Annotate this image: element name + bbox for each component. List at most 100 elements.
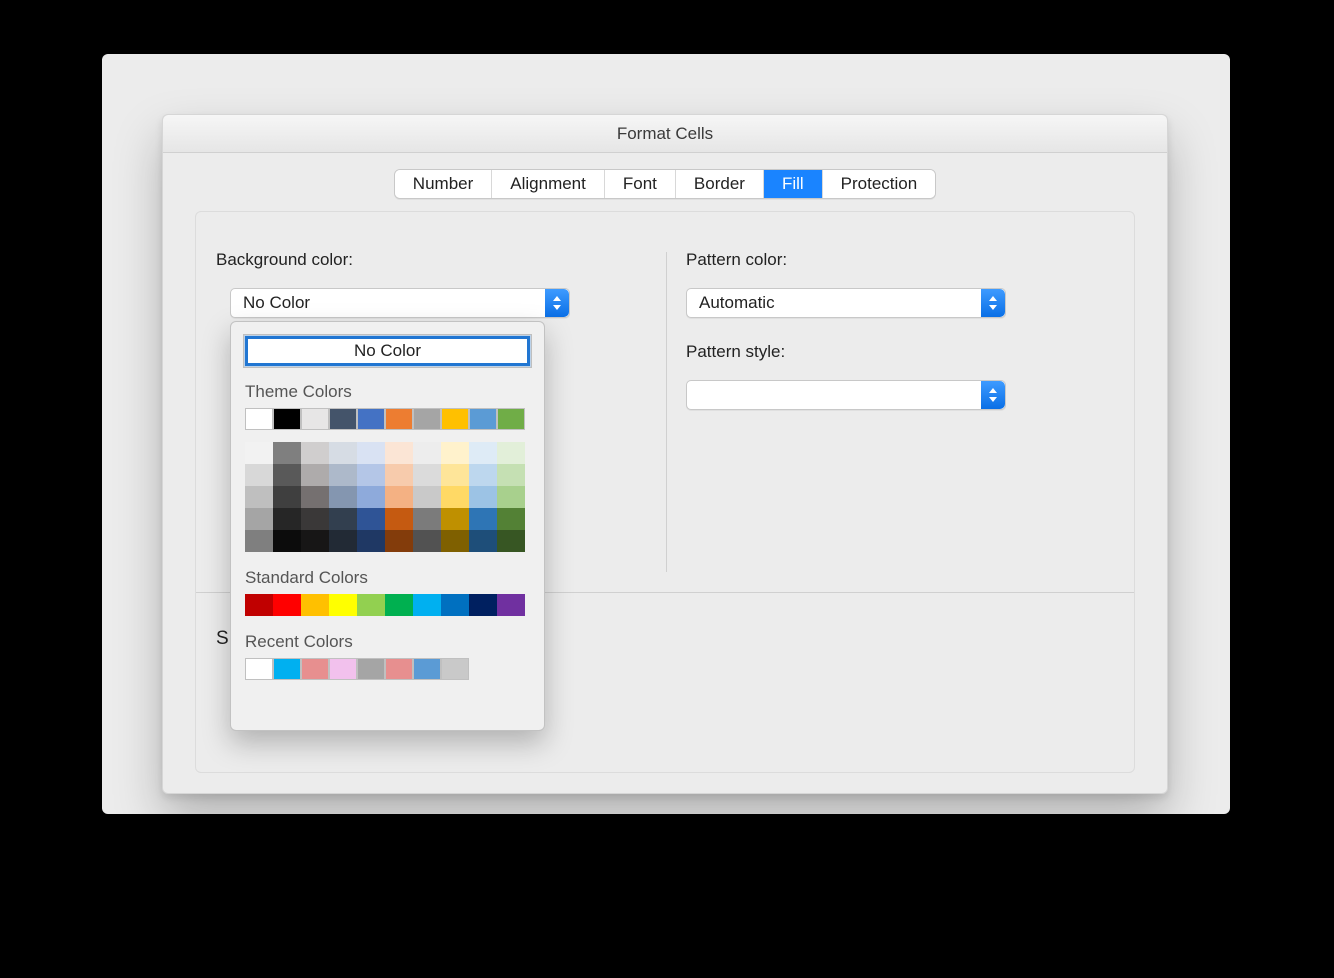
color-swatch[interactable]	[245, 658, 273, 680]
chevron-updown-icon	[981, 381, 1005, 409]
color-swatch[interactable]	[329, 442, 357, 464]
color-swatch[interactable]	[385, 508, 413, 530]
dialog-title-text: Format Cells	[617, 124, 713, 144]
color-swatch[interactable]	[385, 530, 413, 552]
color-swatch[interactable]	[329, 508, 357, 530]
color-swatch[interactable]	[301, 508, 329, 530]
color-swatch[interactable]	[273, 408, 301, 430]
color-swatch[interactable]	[441, 408, 469, 430]
color-swatch[interactable]	[385, 464, 413, 486]
color-swatch[interactable]	[329, 658, 357, 680]
color-swatch[interactable]	[273, 594, 301, 616]
recent-colors-heading: Recent Colors	[245, 632, 530, 652]
color-swatch[interactable]	[301, 486, 329, 508]
tab-font[interactable]: Font	[605, 170, 676, 198]
color-swatch[interactable]	[273, 442, 301, 464]
theme-shade-row	[245, 508, 530, 530]
chevron-updown-icon	[981, 289, 1005, 317]
color-swatch[interactable]	[413, 442, 441, 464]
color-swatch[interactable]	[469, 408, 497, 430]
color-swatch[interactable]	[329, 408, 357, 430]
color-swatch[interactable]	[357, 530, 385, 552]
color-swatch[interactable]	[441, 508, 469, 530]
color-swatch[interactable]	[441, 594, 469, 616]
color-swatch[interactable]	[469, 508, 497, 530]
color-swatch[interactable]	[469, 464, 497, 486]
color-swatch[interactable]	[441, 442, 469, 464]
color-swatch[interactable]	[245, 594, 273, 616]
color-swatch[interactable]	[301, 658, 329, 680]
color-swatch[interactable]	[301, 530, 329, 552]
dialog-title: Format Cells	[163, 115, 1167, 153]
color-swatch[interactable]	[497, 408, 525, 430]
color-swatch[interactable]	[497, 442, 525, 464]
color-swatch[interactable]	[245, 464, 273, 486]
color-swatch[interactable]	[441, 464, 469, 486]
color-swatch[interactable]	[301, 464, 329, 486]
tab-number[interactable]: Number	[395, 170, 492, 198]
theme-colors-heading: Theme Colors	[245, 382, 530, 402]
color-swatch[interactable]	[385, 594, 413, 616]
color-swatch[interactable]	[273, 464, 301, 486]
color-swatch[interactable]	[469, 486, 497, 508]
color-swatch[interactable]	[357, 464, 385, 486]
color-swatch[interactable]	[497, 594, 525, 616]
color-swatch[interactable]	[245, 408, 273, 430]
color-swatch[interactable]	[357, 486, 385, 508]
color-swatch[interactable]	[413, 658, 441, 680]
color-swatch[interactable]	[273, 486, 301, 508]
tab-protection[interactable]: Protection	[823, 170, 936, 198]
color-swatch[interactable]	[301, 408, 329, 430]
color-swatch[interactable]	[385, 442, 413, 464]
background-color-select[interactable]: No Color	[230, 288, 570, 318]
chevron-updown-icon	[545, 289, 569, 317]
color-swatch[interactable]	[301, 594, 329, 616]
tab-alignment[interactable]: Alignment	[492, 170, 605, 198]
color-swatch[interactable]	[357, 658, 385, 680]
color-swatch[interactable]	[273, 530, 301, 552]
color-swatch[interactable]	[441, 486, 469, 508]
color-swatch[interactable]	[385, 408, 413, 430]
color-swatch[interactable]	[413, 408, 441, 430]
color-swatch[interactable]	[357, 408, 385, 430]
pattern-style-select[interactable]	[686, 380, 1006, 410]
color-swatch[interactable]	[357, 594, 385, 616]
color-swatch[interactable]	[469, 442, 497, 464]
tab-border[interactable]: Border	[676, 170, 764, 198]
color-swatch[interactable]	[413, 464, 441, 486]
color-swatch[interactable]	[413, 594, 441, 616]
color-swatch[interactable]	[357, 442, 385, 464]
color-swatch[interactable]	[497, 508, 525, 530]
color-swatch[interactable]	[385, 486, 413, 508]
fill-panel: Background color: No Color Pattern color…	[195, 211, 1135, 773]
color-swatch[interactable]	[497, 530, 525, 552]
color-swatch[interactable]	[301, 442, 329, 464]
color-swatch[interactable]	[245, 442, 273, 464]
vertical-divider	[666, 252, 667, 572]
color-swatch[interactable]	[273, 658, 301, 680]
color-swatch[interactable]	[329, 530, 357, 552]
color-swatch[interactable]	[357, 508, 385, 530]
pattern-color-select[interactable]: Automatic	[686, 288, 1006, 318]
pattern-style-label: Pattern style:	[686, 342, 785, 362]
color-swatch[interactable]	[469, 530, 497, 552]
color-swatch[interactable]	[413, 530, 441, 552]
color-swatch[interactable]	[469, 594, 497, 616]
color-swatch[interactable]	[329, 464, 357, 486]
color-swatch[interactable]	[245, 508, 273, 530]
no-color-button[interactable]: No Color	[245, 336, 530, 366]
color-swatch[interactable]	[245, 530, 273, 552]
color-swatch[interactable]	[441, 658, 469, 680]
color-swatch[interactable]	[273, 508, 301, 530]
color-swatch[interactable]	[441, 530, 469, 552]
color-swatch[interactable]	[329, 486, 357, 508]
color-swatch[interactable]	[413, 508, 441, 530]
color-swatch[interactable]	[497, 486, 525, 508]
color-swatch[interactable]	[329, 594, 357, 616]
tab-fill[interactable]: Fill	[764, 170, 823, 198]
color-swatch[interactable]	[385, 658, 413, 680]
color-swatch[interactable]	[413, 486, 441, 508]
standard-color-row	[245, 594, 530, 616]
color-swatch[interactable]	[245, 486, 273, 508]
color-swatch[interactable]	[497, 464, 525, 486]
